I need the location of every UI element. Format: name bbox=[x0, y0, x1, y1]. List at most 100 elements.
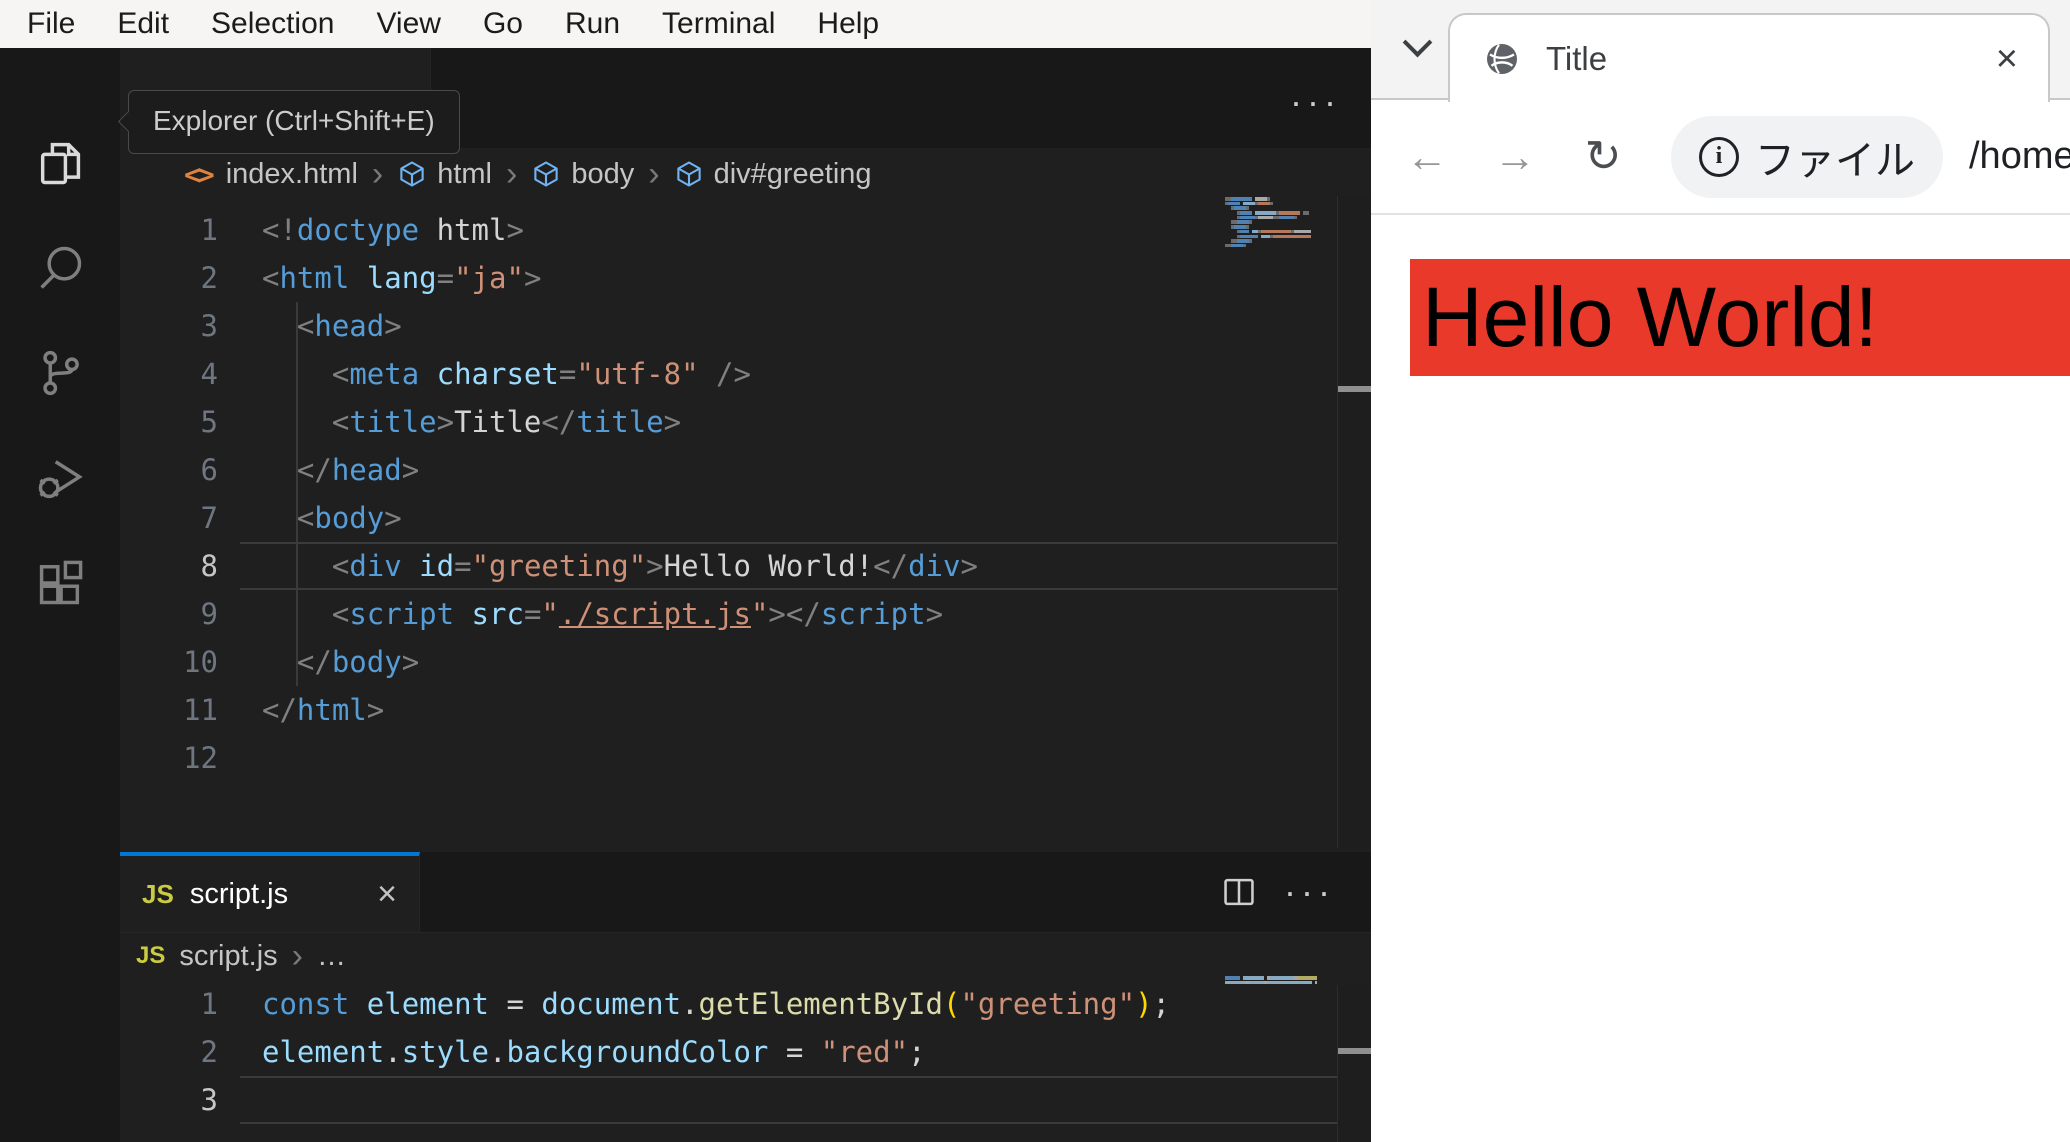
code-token: ; bbox=[908, 1035, 926, 1069]
minimap-space bbox=[1225, 211, 1237, 215]
tab-search-chevron-icon[interactable] bbox=[1402, 27, 1433, 58]
code-token: = bbox=[768, 1035, 821, 1069]
info-icon: i bbox=[1699, 136, 1739, 177]
code-token: < bbox=[331, 357, 350, 391]
back-button[interactable]: ← bbox=[1405, 133, 1449, 181]
menu-item-terminal[interactable]: Terminal bbox=[641, 7, 796, 41]
minimap-mark bbox=[1246, 206, 1249, 210]
code-line: 11 </html> bbox=[120, 686, 1337, 734]
code-token: > bbox=[506, 213, 524, 247]
sidebar-item-run-debug[interactable] bbox=[0, 438, 120, 518]
minimap-mark bbox=[1261, 234, 1270, 238]
code-token: </ bbox=[262, 693, 297, 727]
breadcrumb-file[interactable]: index.html bbox=[226, 158, 358, 191]
code-token: title bbox=[349, 405, 437, 439]
code-token: body bbox=[314, 501, 385, 535]
line-number: 1 bbox=[200, 987, 218, 1021]
code-token: /> bbox=[716, 357, 751, 391]
forward-button[interactable]: → bbox=[1493, 133, 1537, 181]
sidebar-item-explorer[interactable] bbox=[0, 123, 120, 203]
symbol-cube-icon bbox=[400, 161, 424, 187]
activity-bar bbox=[0, 48, 120, 1142]
breadcrumb-file[interactable]: script.js bbox=[179, 940, 277, 973]
site-info-chip[interactable]: i ファイル bbox=[1671, 115, 1943, 198]
scrollbar-html[interactable] bbox=[1337, 196, 1371, 848]
close-icon[interactable]: × bbox=[1996, 40, 2018, 78]
more-actions-icon[interactable]: ··· bbox=[1284, 874, 1335, 910]
tab-script-js[interactable]: JS script.js × bbox=[120, 852, 420, 932]
code-line: 12 bbox=[120, 734, 1337, 782]
minimap-mark bbox=[1261, 229, 1291, 234]
menu-item-file[interactable]: File bbox=[6, 7, 96, 41]
explorer-tooltip: Explorer (Ctrl+Shift+E) bbox=[117, 90, 460, 154]
chevron-right-icon: › bbox=[648, 155, 660, 193]
line-number: 3 bbox=[200, 309, 218, 343]
menu-item-run[interactable]: Run bbox=[544, 7, 641, 41]
menu-item-view[interactable]: View bbox=[355, 7, 461, 41]
code-token: . bbox=[489, 1035, 507, 1069]
breadcrumb-symbol[interactable]: div#greeting bbox=[714, 158, 872, 191]
line-number: 2 bbox=[200, 261, 218, 295]
menu-item-help[interactable]: Help bbox=[796, 7, 900, 41]
minimap-mark bbox=[1270, 976, 1294, 980]
address-bar-url[interactable]: /home/u bbox=[1969, 135, 2070, 178]
site-chip-label: ファイル bbox=[1755, 138, 1915, 183]
scrollbar-thumb[interactable] bbox=[1338, 1048, 1371, 1054]
close-icon[interactable]: × bbox=[377, 877, 397, 911]
menu-item-edit[interactable]: Edit bbox=[96, 7, 190, 41]
breadcrumb-symbol[interactable]: body bbox=[571, 158, 634, 191]
minimap-space bbox=[1225, 235, 1237, 239]
minimap-mark bbox=[1249, 220, 1252, 224]
scrollbar-js[interactable] bbox=[1337, 985, 1371, 1142]
code-token: charset bbox=[436, 357, 559, 391]
minimap-js[interactable] bbox=[1225, 976, 1317, 990]
code-text: </body> bbox=[262, 638, 419, 686]
symbol-cube-icon bbox=[534, 161, 559, 187]
browser-tab-title: Title bbox=[1546, 39, 1608, 77]
sidebar-item-source-control[interactable] bbox=[0, 333, 120, 413]
minimap-line bbox=[1225, 220, 1311, 224]
line-number: 8 bbox=[200, 549, 218, 583]
sidebar-item-search[interactable] bbox=[0, 228, 120, 308]
code-token: . bbox=[384, 1035, 402, 1069]
minimap-html[interactable] bbox=[1225, 197, 1311, 257]
code-token: "utf-8" bbox=[576, 357, 699, 391]
code-token: backgroundColor bbox=[506, 1035, 769, 1069]
screen: File Edit Selection View Go Run Terminal Help bbox=[0, 0, 2070, 1142]
sidebar-item-extensions[interactable] bbox=[0, 543, 120, 623]
code-token: Title bbox=[454, 405, 542, 439]
html-code-area[interactable]: 1 <!doctype html> 2 <html lang="ja"> 3 <head… bbox=[120, 206, 1337, 848]
minimap-mark bbox=[1234, 225, 1246, 229]
menu-item-go[interactable]: Go bbox=[462, 7, 544, 41]
minimap-mark bbox=[1234, 206, 1246, 210]
minimap-mark bbox=[1243, 976, 1264, 980]
minimap-line bbox=[1225, 239, 1311, 243]
code-token: </ bbox=[541, 405, 577, 439]
code-line: 2 element.style.backgroundColor = "red"; bbox=[120, 1028, 1337, 1076]
code-token: "red" bbox=[820, 1035, 909, 1069]
minimap-line bbox=[1225, 249, 1311, 253]
code-token: = bbox=[436, 261, 455, 295]
code-token: = bbox=[489, 987, 542, 1021]
breadcrumb-symbol[interactable]: html bbox=[437, 158, 492, 191]
code-line: 9 <script src="./script.js"></script> bbox=[120, 590, 1337, 638]
more-actions-icon[interactable]: ··· bbox=[1290, 81, 1341, 122]
breadcrumb-more[interactable]: … bbox=[317, 940, 346, 973]
code-token: <! bbox=[262, 213, 297, 247]
code-token: </ bbox=[785, 597, 821, 631]
menu-item-selection[interactable]: Selection bbox=[190, 7, 355, 41]
code-token: = bbox=[558, 357, 577, 391]
minimap-mark bbox=[1249, 980, 1264, 985]
browser-tab[interactable]: Title × bbox=[1448, 13, 2050, 102]
minimap-mark bbox=[1240, 229, 1249, 234]
split-editor-icon[interactable] bbox=[1220, 873, 1258, 911]
code-token: < bbox=[331, 405, 350, 439]
source-control-icon bbox=[43, 350, 79, 396]
scrollbar-thumb[interactable] bbox=[1338, 386, 1371, 392]
code-token: . bbox=[681, 987, 699, 1021]
reload-button[interactable]: ↻ bbox=[1581, 131, 1625, 182]
